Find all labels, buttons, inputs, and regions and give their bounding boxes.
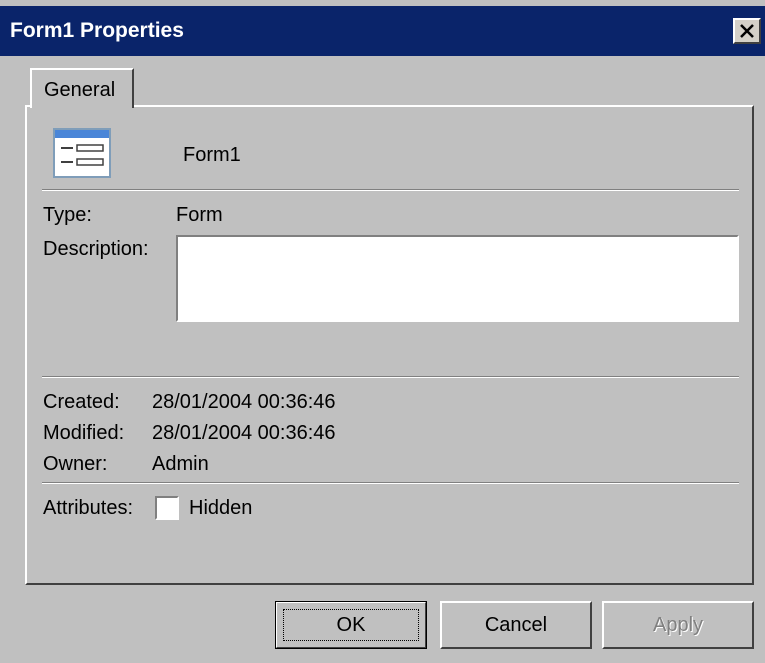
owner-value: Admin xyxy=(152,453,209,475)
window-title: Form1 Properties xyxy=(10,19,184,42)
close-icon xyxy=(740,24,754,38)
modified-value: 28/01/2004 00:36:46 xyxy=(152,422,336,444)
properties-dialog: Form1 Properties General Form1 Type: For… xyxy=(0,0,765,663)
form-icon xyxy=(53,128,111,178)
hidden-label[interactable]: Hidden xyxy=(189,497,252,520)
attributes-label: Attributes: xyxy=(43,497,134,519)
object-name: Form1 xyxy=(183,144,241,166)
cancel-button[interactable]: Cancel xyxy=(440,601,592,649)
created-value: 28/01/2004 00:36:46 xyxy=(152,391,336,413)
separator xyxy=(42,376,739,378)
type-value: Form xyxy=(176,204,223,226)
type-label: Type: xyxy=(43,204,92,226)
close-button[interactable] xyxy=(733,18,761,44)
tab-panel-general xyxy=(25,105,754,585)
tab-general-label: General xyxy=(44,79,116,101)
created-label: Created: xyxy=(43,391,120,413)
owner-label: Owner: xyxy=(43,453,108,475)
separator xyxy=(42,189,739,191)
description-input[interactable] xyxy=(176,235,739,322)
ok-button[interactable]: OK xyxy=(275,601,427,649)
description-label: Description: xyxy=(43,238,149,260)
apply-button[interactable]: Apply xyxy=(602,601,754,649)
separator xyxy=(42,482,739,484)
title-bar[interactable]: Form1 Properties xyxy=(0,6,765,56)
hidden-checkbox[interactable] xyxy=(155,496,179,520)
tab-general[interactable]: General xyxy=(30,68,134,108)
modified-label: Modified: xyxy=(43,422,125,444)
